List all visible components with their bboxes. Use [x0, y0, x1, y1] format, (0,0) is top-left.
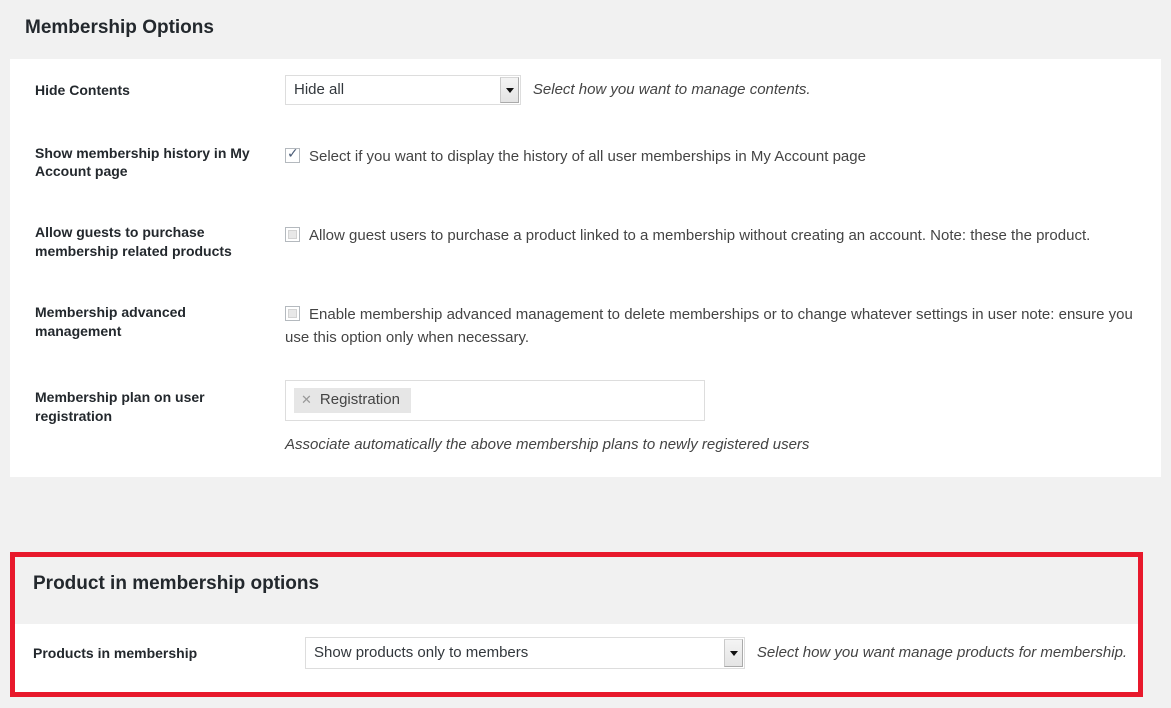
product-section-body: Products in membership Show products onl… [15, 623, 1138, 682]
advanced-management-checkbox-label: Enable membership advanced management to… [285, 306, 1133, 347]
chevron-down-icon [724, 638, 743, 667]
show-membership-history-check-line: Select if you want to display the histor… [285, 145, 1151, 168]
products-in-membership-hint: Select how you want manage products for … [756, 644, 1128, 662]
membership-options-panel: Hide Contents Hide all Select how you wa… [10, 58, 1161, 478]
token-registration-label: Registration [319, 390, 400, 408]
product-section-header: Product in membership options [15, 557, 1138, 614]
hide-contents-select-value: Hide all [294, 80, 345, 98]
product-section-form: Products in membership Show products onl… [15, 624, 1138, 682]
show-membership-history-checkbox[interactable] [285, 145, 300, 164]
row-advanced-management: Membership advanced management Enable me… [10, 281, 1161, 366]
row-membership-plan-registration: Membership plan on user registration ✕ Re… [10, 366, 1161, 478]
membership-options-form: Hide Contents Hide all Select how you wa… [10, 59, 1161, 478]
field-advanced-management: Enable membership advanced management to… [285, 281, 1161, 366]
label-advanced-management: Membership advanced management [35, 304, 186, 340]
membership-options-header: Membership Options [0, 0, 1171, 59]
membership-plan-token-field[interactable]: ✕ Registration [285, 379, 705, 421]
product-in-membership-options-highlight: Product in membership options Products i… [10, 552, 1143, 697]
field-allow-guests: Allow guest users to purchase a product … [285, 201, 1161, 281]
advanced-management-checkbox[interactable] [285, 306, 300, 322]
row-allow-guests: Allow guests to purchase membership rela… [10, 201, 1161, 281]
hide-contents-select[interactable]: Hide all [285, 74, 521, 105]
field-hide-contents: Hide all Select how you want to manage c… [285, 59, 1161, 120]
field-membership-plan-registration: ✕ Registration Associate automatically th… [285, 366, 1161, 478]
products-in-membership-select[interactable]: Show products only to members [305, 636, 745, 669]
settings-page: Membership Options Hide Contents Hide al… [0, 0, 1171, 708]
row-show-membership-history: Show membership history in My Account pa… [10, 120, 1161, 202]
allow-guests-check-line: Allow guest users to purchase a product … [285, 224, 1151, 247]
product-section-title: Product in membership options [33, 573, 320, 594]
hide-contents-hint: Select how you want to manage contents. [532, 80, 811, 98]
products-in-membership-select-value: Show products only to members [314, 643, 529, 661]
show-membership-history-checkbox-label: Select if you want to display the histor… [309, 147, 866, 165]
membership-plan-description: Associate automatically the above member… [285, 435, 810, 453]
allow-guests-checkbox[interactable] [285, 227, 300, 243]
label-allow-guests: Allow guests to purchase membership rela… [35, 224, 232, 260]
label-show-membership-history: Show membership history in My Account pa… [35, 144, 250, 180]
field-products-in-membership: Show products only to members Select how… [305, 624, 1138, 682]
label-hide-contents: Hide Contents [35, 81, 130, 98]
label-membership-plan-registration: Membership plan on user registration [35, 388, 205, 424]
chevron-down-icon [500, 76, 519, 103]
close-icon[interactable]: ✕ [301, 390, 312, 410]
row-hide-contents: Hide Contents Hide all Select how you wa… [10, 59, 1161, 120]
page-title: Membership Options [25, 17, 214, 38]
token-registration[interactable]: ✕ Registration [294, 387, 411, 413]
product-section-divider [15, 613, 1138, 624]
label-products-in-membership: Products in membership [33, 644, 198, 661]
field-show-membership-history: Select if you want to display the histor… [285, 120, 1161, 202]
advanced-management-check-line: Enable membership advanced management to… [285, 303, 1151, 350]
allow-guests-checkbox-label: Allow guest users to purchase a product … [309, 227, 1091, 245]
row-products-in-membership: Products in membership Show products onl… [15, 624, 1138, 682]
